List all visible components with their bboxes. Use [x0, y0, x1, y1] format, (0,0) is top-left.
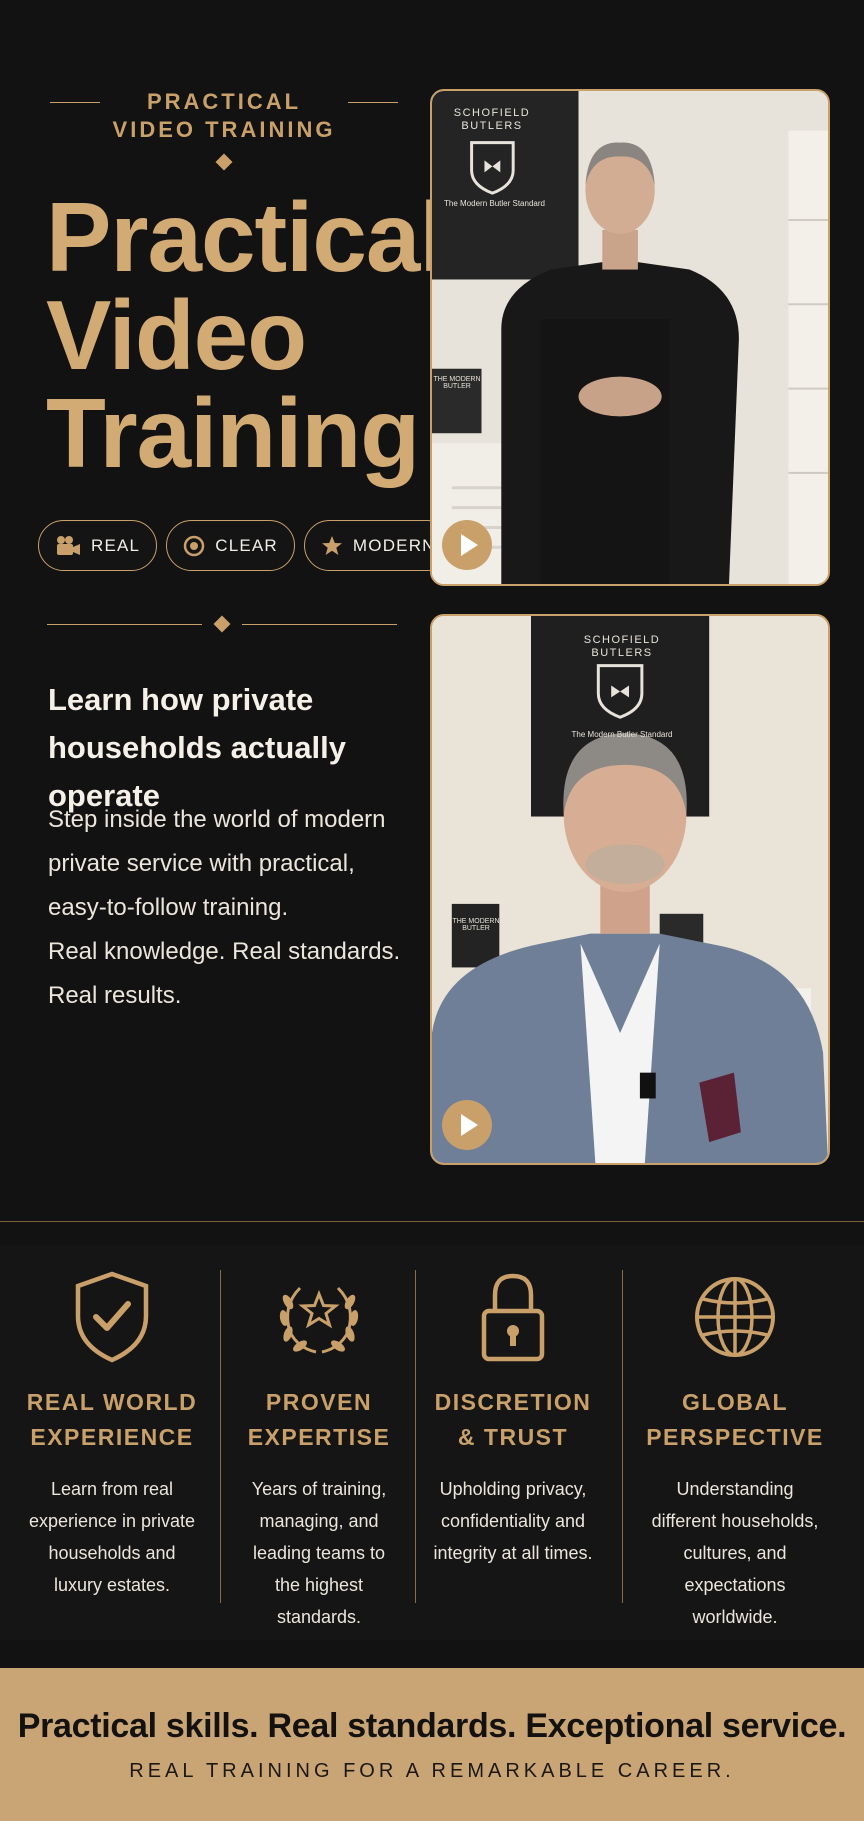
feature-real-world: REAL WORLD EXPERIENCE Learn from real ex… [10, 1245, 214, 1601]
book-title: THE MODERN BUTLER [452, 918, 500, 932]
pill-label: REAL [91, 535, 141, 555]
feature-divider [220, 1270, 221, 1603]
shield-check-icon [75, 1271, 149, 1363]
star-icon [321, 535, 342, 555]
page-title: Practical Video Training [46, 182, 447, 488]
feature-title-line: PROVEN [265, 1389, 373, 1415]
pill-label: CLEAR [215, 535, 278, 555]
poster-brand: SCHOFIELD BUTLERS [453, 107, 531, 132]
footer-banner: Practical skills. Real standards. Except… [0, 1668, 864, 1821]
pill-real: REAL [38, 520, 158, 571]
target-icon [183, 535, 205, 556]
feature-title-line: PERSPECTIVE [646, 1424, 824, 1450]
footer-subtagline: REAL TRAINING FOR A REMARKABLE CAREER. [129, 1760, 735, 1782]
feature-desc-line: households and [48, 1543, 176, 1563]
feature-desc-line: Upholding privacy, [439, 1479, 587, 1499]
feature-title-line: GLOBAL [681, 1389, 789, 1415]
poster-tagline: The Modern Butler Standard [571, 730, 673, 739]
feature-desc-line: luxury estates. [53, 1575, 171, 1595]
feature-desc-line: integrity at all times. [433, 1543, 593, 1563]
eyebrow: PRACTICAL VIDEO TRAINING [50, 88, 398, 171]
feature-divider [415, 1270, 416, 1603]
intro-line: Real knowledge. Real standards. [48, 938, 401, 965]
pill-clear: CLEAR [166, 520, 295, 571]
divider-line [47, 624, 202, 625]
play-icon [461, 1114, 478, 1136]
eyebrow-line-right [348, 102, 398, 103]
video-card-2[interactable]: SCHOFIELD BUTLERS The Modern Butler Stan… [430, 614, 830, 1165]
poster-brand: SCHOFIELD BUTLERS [583, 634, 661, 659]
feature-desc-line: Learn from real [50, 1479, 174, 1499]
poster-tagline: The Modern Butler Standard [444, 199, 545, 208]
features-section: REAL WORLD EXPERIENCE Learn from real ex… [0, 1245, 864, 1640]
play-button-2[interactable] [442, 1100, 492, 1150]
feature-title-line: EXPERTISE [247, 1424, 391, 1450]
feature-desc-line: expectations [684, 1575, 786, 1595]
video-camera-icon [57, 535, 80, 555]
feature-desc-line: confidentiality and [440, 1511, 586, 1531]
laurel-star-icon [279, 1286, 359, 1354]
intro-line: Step inside the world of modern [48, 806, 386, 833]
section-separator [0, 1221, 864, 1222]
feature-title-line: DISCRETION [434, 1389, 592, 1415]
feature-divider [622, 1270, 623, 1603]
pill-label: MODERN [352, 535, 436, 555]
feature-pills: REAL CLEAR MODERN [38, 520, 453, 571]
feature-desc-line: the highest [274, 1575, 364, 1595]
intro-paragraph: Step inside the world of modern private … [48, 798, 428, 1018]
feature-title-line: REAL WORLD [26, 1389, 198, 1415]
padlock-icon [481, 1273, 545, 1362]
globe-icon [695, 1277, 775, 1357]
page: PRACTICAL VIDEO TRAINING Practical Video… [0, 0, 864, 1821]
feature-desc-line: standards. [276, 1607, 362, 1627]
feature-global-perspective: GLOBAL PERSPECTIVE Understanding differe… [625, 1245, 845, 1633]
feature-title-line: EXPERIENCE [30, 1424, 194, 1450]
play-icon [461, 534, 478, 556]
intro-line: Real results. [48, 982, 182, 1009]
feature-desc-line: Understanding [676, 1479, 794, 1499]
title-line: Video [46, 280, 307, 390]
video-thumbnail-2 [432, 616, 828, 1163]
feature-desc-line: leading teams to [252, 1543, 386, 1563]
intro-line: private service with practical, [48, 850, 355, 877]
diamond-ornament [215, 153, 233, 171]
play-button-1[interactable] [442, 520, 492, 570]
book-title: THE MODERN BUTLER [433, 376, 481, 390]
feature-desc-line: managing, and [259, 1511, 379, 1531]
feature-proven-expertise: PROVEN EXPERTISE Years of training, mana… [222, 1245, 416, 1633]
title-line: Training [46, 378, 420, 488]
feature-title-line: & TRUST [457, 1424, 569, 1450]
feature-desc-line: Years of training, [251, 1479, 387, 1499]
eyebrow-line-left [50, 102, 100, 103]
title-line: Practical [46, 182, 447, 292]
feature-desc-line: cultures, and [683, 1543, 787, 1563]
footer-tagline: Practical skills. Real standards. Except… [17, 1707, 847, 1745]
feature-desc-line: worldwide. [692, 1607, 778, 1627]
intro-line: easy-to-follow training. [48, 894, 289, 921]
feature-desc-line: experience in private [28, 1511, 196, 1531]
divider-line [242, 624, 397, 625]
video-card-1[interactable]: SCHOFIELD BUTLERS The Modern Butler Stan… [430, 89, 830, 586]
section-divider [47, 615, 397, 633]
divider-diamond [213, 615, 231, 633]
video-thumbnail-1 [432, 91, 828, 584]
eyebrow-text: PRACTICAL VIDEO TRAINING [112, 89, 336, 142]
feature-discretion-trust: DISCRETION & TRUST Upholding privacy, co… [418, 1245, 608, 1569]
feature-desc-line: different households, [651, 1511, 819, 1531]
